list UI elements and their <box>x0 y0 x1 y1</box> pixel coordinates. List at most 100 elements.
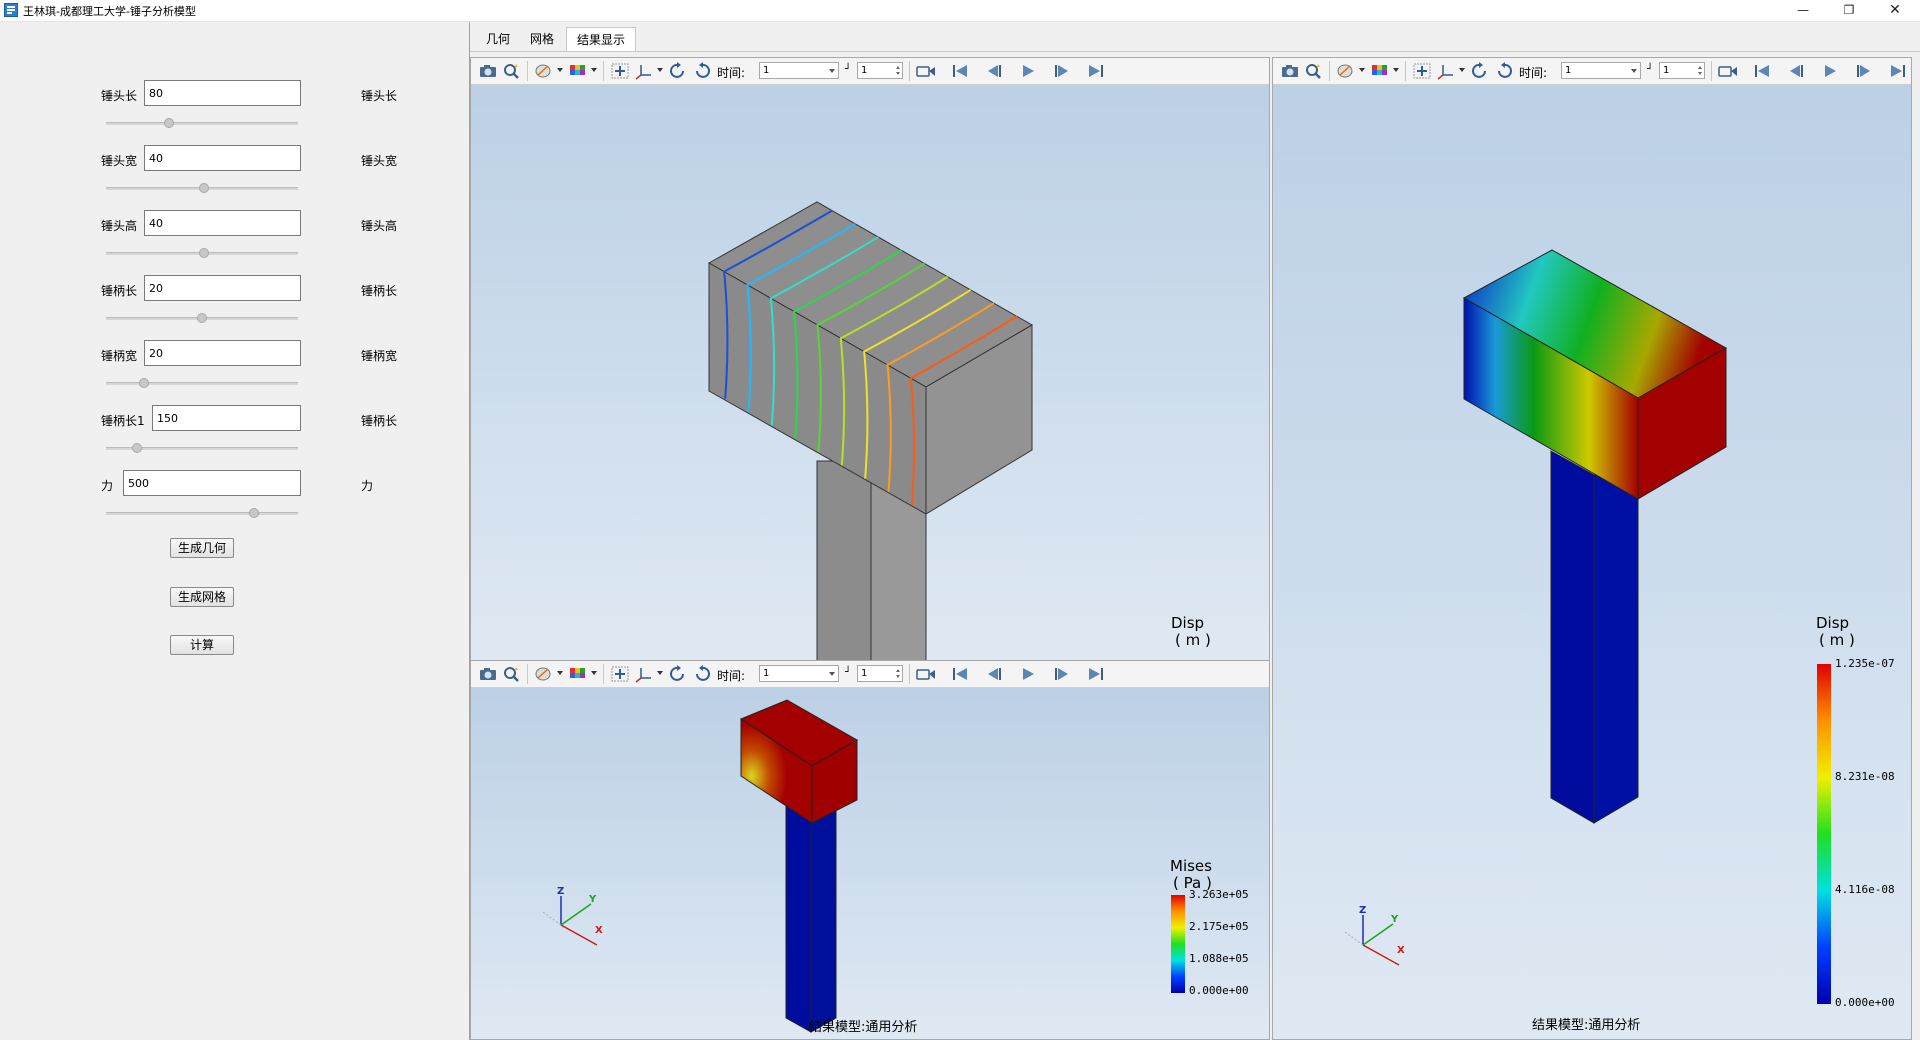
param-input[interactable]: 80 <box>144 80 301 106</box>
axes-icon[interactable] <box>633 62 655 80</box>
viewport-bottom-left[interactable]: 时间: 1 ┘ 1 Z Y X Mises ( Pa ) 3.263e+05 2… <box>470 660 1270 1040</box>
param-input[interactable]: 40 <box>144 210 301 236</box>
legend-title: Disp <box>1171 614 1205 632</box>
zoom-fit-icon[interactable] <box>501 665 523 683</box>
step-spinbox[interactable]: 1 <box>857 62 903 79</box>
last-frame-icon[interactable] <box>1085 62 1107 80</box>
play-icon[interactable] <box>1017 665 1039 683</box>
legend-tick: 0.000e+00 <box>1835 996 1895 1009</box>
color-map-icon[interactable] <box>1369 62 1391 80</box>
display-mode-icon[interactable] <box>533 62 555 80</box>
chevron-down-icon[interactable] <box>591 68 597 72</box>
color-map-icon[interactable] <box>567 62 589 80</box>
spin-up-icon[interactable] <box>896 669 900 672</box>
prev-frame-icon[interactable] <box>1785 62 1807 80</box>
close-icon[interactable]: ✕ <box>1872 0 1918 21</box>
time-select[interactable]: 1 <box>759 62 839 79</box>
pan-icon[interactable] <box>609 62 631 80</box>
toolbar-separator <box>527 61 528 81</box>
chevron-down-icon[interactable] <box>591 671 597 675</box>
chevron-down-icon[interactable] <box>657 671 663 675</box>
camera-icon[interactable] <box>1279 62 1301 80</box>
param-slider[interactable] <box>106 512 298 515</box>
rotate-left-icon[interactable] <box>1469 62 1491 80</box>
tab-geometry[interactable]: 几何 <box>478 27 518 51</box>
slider-handle[interactable] <box>249 508 259 518</box>
viewport-top-left[interactable]: 时间: 1 ┘ 1 Disp ( m ) <box>470 57 1270 661</box>
prev-frame-icon[interactable] <box>983 62 1005 80</box>
param-input[interactable]: 150 <box>152 405 301 431</box>
pan-icon[interactable] <box>1411 62 1433 80</box>
rotate-right-icon[interactable] <box>1493 62 1515 80</box>
generate-geometry-button[interactable]: 生成几何 <box>170 538 234 558</box>
camera-icon[interactable] <box>477 665 499 683</box>
record-icon[interactable] <box>1717 62 1739 80</box>
slider-handle[interactable] <box>132 443 142 453</box>
param-slider[interactable] <box>106 382 298 385</box>
pan-icon[interactable] <box>609 665 631 683</box>
slider-handle[interactable] <box>199 183 209 193</box>
play-icon[interactable] <box>1819 62 1841 80</box>
prev-frame-icon[interactable] <box>983 665 1005 683</box>
param-input[interactable]: 20 <box>144 275 301 301</box>
chevron-down-icon[interactable] <box>557 671 563 675</box>
param-input[interactable]: 20 <box>144 340 301 366</box>
viewport-right[interactable]: 时间: 1 ┘ 1 Z Y X Disp (m) 1.235e-07 8.2… <box>1272 57 1912 1040</box>
slider-handle[interactable] <box>197 313 207 323</box>
next-frame-icon[interactable] <box>1853 62 1875 80</box>
time-select[interactable]: 1 <box>1561 62 1641 79</box>
tab-results[interactable]: 结果显示 <box>566 27 636 52</box>
restore-icon[interactable]: ❐ <box>1826 0 1872 21</box>
slider-handle[interactable] <box>199 248 209 258</box>
next-frame-icon[interactable] <box>1051 665 1073 683</box>
rotate-right-icon[interactable] <box>691 62 713 80</box>
chevron-down-icon[interactable] <box>1359 68 1365 72</box>
param-input[interactable]: 500 <box>123 470 301 496</box>
axes-icon[interactable] <box>633 665 655 683</box>
last-frame-icon[interactable] <box>1887 62 1909 80</box>
rotate-left-icon[interactable] <box>667 62 689 80</box>
camera-icon[interactable] <box>477 62 499 80</box>
step-spinbox[interactable]: 1 <box>1659 62 1705 79</box>
spin-up-icon[interactable] <box>896 66 900 69</box>
3d-scene[interactable]: Z Y X Disp ( m ) 1.235e-07 8.231e-08 4.1… <box>1273 85 1911 1039</box>
param-slider[interactable] <box>106 122 298 125</box>
axis-y-label: Y <box>1391 914 1399 925</box>
tab-mesh[interactable]: 网格 <box>522 27 562 51</box>
chevron-down-icon[interactable] <box>657 68 663 72</box>
first-frame-icon[interactable] <box>949 665 971 683</box>
first-frame-icon[interactable] <box>1751 62 1773 80</box>
display-mode-icon[interactable] <box>1335 62 1357 80</box>
slider-handle[interactable] <box>139 378 149 388</box>
play-icon[interactable] <box>1017 62 1039 80</box>
param-input[interactable]: 40 <box>144 145 301 171</box>
3d-scene[interactable]: Disp ( m ) <box>471 85 1269 660</box>
record-icon[interactable] <box>915 62 937 80</box>
first-frame-icon[interactable] <box>949 62 971 80</box>
minimize-icon[interactable]: — <box>1780 0 1826 21</box>
color-map-icon[interactable] <box>567 665 589 683</box>
display-mode-icon[interactable] <box>533 665 555 683</box>
time-select[interactable]: 1 <box>759 665 839 682</box>
compute-button[interactable]: 计算 <box>170 635 234 655</box>
slider-handle[interactable] <box>164 118 174 128</box>
axes-icon[interactable] <box>1435 62 1457 80</box>
spin-down-icon[interactable] <box>896 675 900 678</box>
zoom-fit-icon[interactable] <box>1303 62 1325 80</box>
step-value: 1 <box>1663 65 1670 76</box>
chevron-down-icon[interactable] <box>1393 68 1399 72</box>
zoom-fit-icon[interactable] <box>501 62 523 80</box>
spin-up-icon[interactable] <box>1698 66 1702 69</box>
record-icon[interactable] <box>915 665 937 683</box>
3d-scene[interactable]: Z Y X Mises ( Pa ) 3.263e+05 2.175e+05 1… <box>471 688 1269 1039</box>
spin-down-icon[interactable] <box>896 72 900 75</box>
chevron-down-icon[interactable] <box>557 68 563 72</box>
chevron-down-icon[interactable] <box>1459 68 1465 72</box>
rotate-left-icon[interactable] <box>667 665 689 683</box>
generate-mesh-button[interactable]: 生成网格 <box>170 587 234 607</box>
spin-down-icon[interactable] <box>1698 72 1702 75</box>
next-frame-icon[interactable] <box>1051 62 1073 80</box>
rotate-right-icon[interactable] <box>691 665 713 683</box>
step-spinbox[interactable]: 1 <box>857 665 903 682</box>
last-frame-icon[interactable] <box>1085 665 1107 683</box>
